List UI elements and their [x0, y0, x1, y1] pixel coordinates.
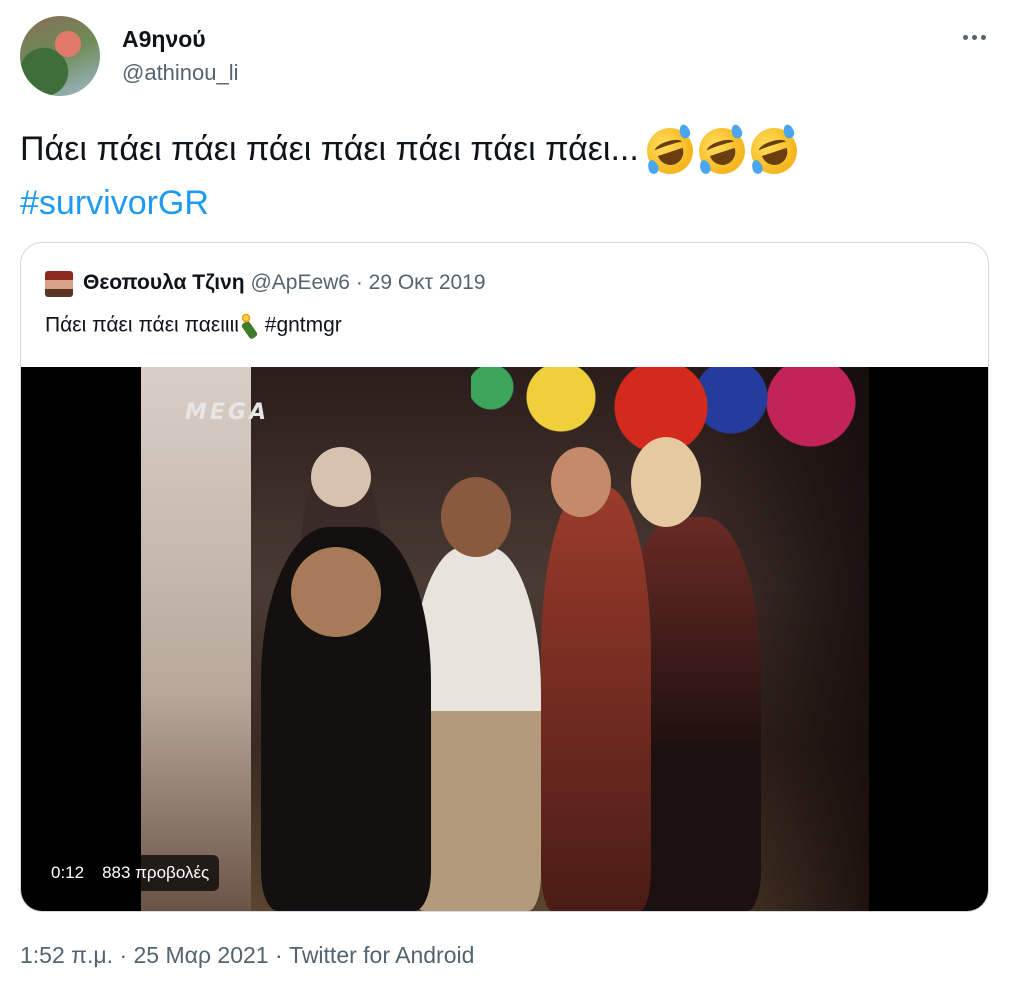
more-dot-icon — [962, 34, 968, 40]
quoted-author-handle[interactable]: @ApEew6 — [250, 271, 350, 294]
hashtag-link[interactable]: #survivorGR — [20, 184, 209, 222]
author-name[interactable]: Α9ηνού — [122, 26, 206, 53]
quoted-hashtag-link[interactable]: #gntmgr — [265, 314, 342, 337]
emoji-group — [640, 122, 803, 180]
rolling-laughing-emoji-icon — [744, 122, 803, 180]
more-options-button[interactable] — [956, 22, 992, 52]
rolling-laughing-emoji-icon — [692, 122, 751, 180]
quoted-author-name[interactable]: Θεοπουλα Τζινη — [83, 271, 245, 294]
tweet-time[interactable]: 1:52 π.μ. — [20, 942, 113, 968]
more-dot-icon — [980, 34, 986, 40]
video-duration: 0:12 — [51, 863, 85, 882]
author-avatar[interactable] — [20, 16, 100, 96]
footer-separator: · — [268, 942, 290, 968]
mega-channel-logo: MEGA — [185, 400, 270, 425]
quoted-date-separator: · — [349, 271, 369, 294]
tweet-text-main: Πάει πάει πάει πάει πάει πάει πάει πάει.… — [20, 130, 639, 168]
video-frame — [141, 367, 869, 911]
tweet-source-link[interactable]: Twitter for Android — [289, 942, 474, 968]
quoted-tweet-header: Θεοπουλα Τζινη @ApEew6 · 29 Οκτ 2019 — [83, 271, 486, 295]
video-stats-overlay: 0:12 883 προβολές — [41, 855, 220, 891]
tweet-date[interactable]: 25 Μαρ 2021 — [134, 942, 269, 968]
bottle-popping-cork-emoji-icon — [239, 313, 259, 339]
video-player[interactable]: MEGA 0:12 883 προβολές — [21, 367, 988, 911]
more-dot-icon — [971, 34, 977, 40]
tweet: Α9ηνού @athinou_li Πάει πάει πάει πάει π… — [0, 0, 1024, 986]
author-handle[interactable]: @athinou_li — [122, 60, 239, 86]
quoted-date[interactable]: 29 Οκτ 2019 — [369, 271, 486, 294]
footer-separator: · — [113, 942, 134, 968]
video-views: 883 προβολές — [102, 863, 210, 882]
quoted-tweet-text: Πάει πάει πάει παειιιι #gntmgr — [45, 313, 342, 339]
quoted-text-main: Πάει πάει πάει παειιιι — [45, 313, 239, 337]
quoted-tweet-card[interactable]: Θεοπουλα Τζινη @ApEew6 · 29 Οκτ 2019 Πάε… — [20, 242, 989, 912]
tweet-footer: 1:52 π.μ. · 25 Μαρ 2021 · Twitter for An… — [20, 942, 474, 969]
quoted-author-avatar[interactable] — [45, 271, 73, 297]
tweet-text: Πάει πάει πάει πάει πάει πάει πάει πάει.… — [20, 122, 803, 230]
rolling-laughing-emoji-icon — [640, 122, 699, 180]
